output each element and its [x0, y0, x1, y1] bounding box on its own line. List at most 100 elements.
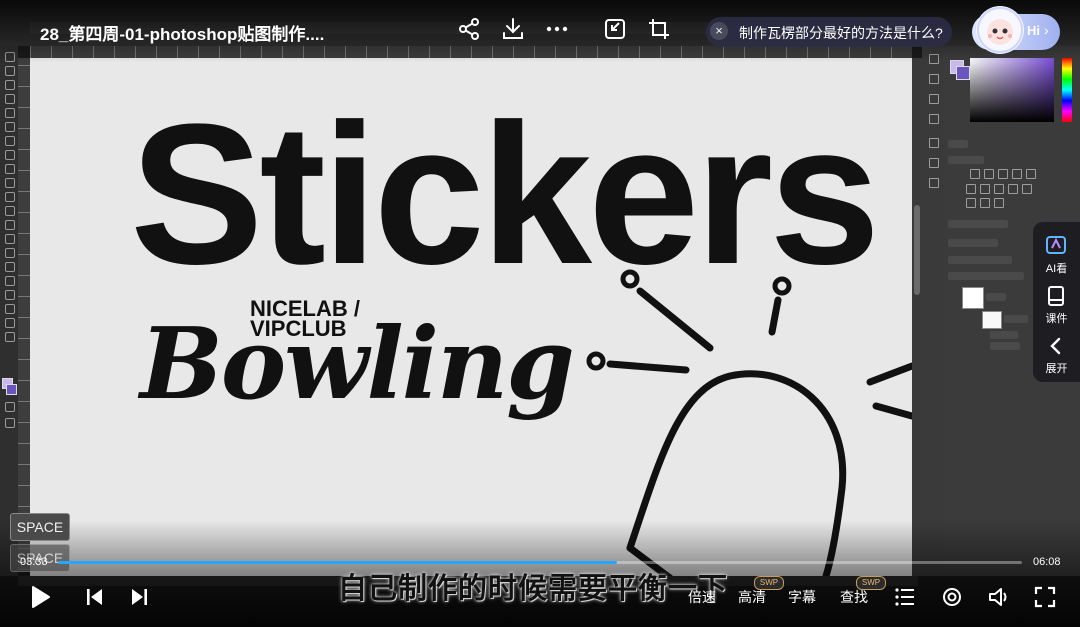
pen-tool-icon — [5, 262, 15, 272]
vertical-ruler — [18, 58, 30, 570]
layer-name — [986, 293, 1006, 301]
levels-adjust-icon — [984, 169, 994, 179]
panel-icon-strip — [922, 46, 944, 576]
danmaku-settings-icon[interactable] — [939, 584, 965, 610]
properties-panel-icon — [929, 158, 939, 168]
speed-button[interactable]: 倍速 — [688, 587, 716, 607]
blur-tool-icon — [5, 234, 15, 244]
spark-line-3 — [606, 360, 690, 374]
panel-background-swatch — [956, 66, 970, 80]
photoshop-toolbar — [0, 46, 18, 576]
crop-tool-icon — [5, 108, 15, 118]
eraser-tool-icon — [5, 206, 15, 216]
layer-filter-select — [948, 239, 998, 247]
gradient-tool-icon — [5, 220, 15, 230]
character-panel-icon — [929, 94, 939, 104]
spark-line-5 — [872, 402, 912, 420]
picture-in-picture-icon[interactable] — [601, 15, 629, 43]
play-action-icon — [929, 74, 939, 84]
channel-mixer-adjust-icon — [1022, 184, 1032, 194]
video-subtitle: 自己制作的时候需要平衡一下 — [338, 573, 729, 605]
canvas-scrollbar — [912, 58, 922, 576]
more-options-icon[interactable] — [543, 15, 571, 43]
shape-tool-icon — [5, 304, 15, 314]
3d-panel-icon — [929, 138, 939, 148]
zoom-tool-icon — [5, 332, 15, 342]
posterize-adjust-icon — [980, 198, 990, 208]
brush-tool-icon — [5, 164, 15, 174]
blend-mode-select — [948, 256, 1012, 264]
headline-text: Stickers — [130, 83, 876, 306]
play-icon[interactable] — [26, 583, 54, 611]
subtitle-button[interactable]: 字幕 — [788, 587, 816, 607]
threshold-adjust-icon — [994, 198, 1004, 208]
ai-look-icon[interactable] — [1044, 234, 1068, 256]
filter-item-2 — [990, 342, 1020, 350]
progress-fill[interactable] — [58, 561, 617, 564]
filter-item-1 — [990, 331, 1018, 339]
layer-thumbnail — [962, 287, 984, 309]
adjustments-title — [948, 156, 984, 164]
frame-tool-icon — [5, 122, 15, 132]
screen-mode-icon — [5, 418, 15, 428]
expand-chevron-icon[interactable] — [1044, 335, 1068, 357]
layers-tabs — [948, 220, 1008, 228]
volume-icon[interactable] — [986, 584, 1012, 610]
side-item-ai-look[interactable]: AI看 — [1033, 260, 1080, 276]
quick-mask-icon — [5, 402, 15, 412]
video-title: 28_第四周-01-photoshop贴图制作.... — [40, 25, 325, 44]
chevron-right-icon[interactable]: › — [1044, 22, 1049, 38]
quality-button[interactable]: 高清 — [738, 587, 766, 607]
path-select-tool-icon — [5, 290, 15, 300]
ai-banner-close-icon[interactable]: × — [710, 22, 728, 40]
photo-filter-adjust-icon — [1008, 184, 1018, 194]
smart-filter-thumbnail — [982, 311, 1002, 329]
fullscreen-icon[interactable] — [1032, 584, 1058, 610]
invert-adjust-icon — [966, 198, 976, 208]
current-time: 03:33 — [20, 556, 48, 568]
color-balance-adjust-icon — [980, 184, 990, 194]
screenshot-crop-icon[interactable] — [645, 15, 673, 43]
playlist-icon[interactable] — [892, 584, 918, 610]
brush-panel-icon — [929, 178, 939, 188]
adjustments-tab — [948, 140, 968, 148]
color-picker-field — [970, 58, 1054, 122]
eyedropper-tool-icon — [5, 136, 15, 146]
hue-adjust-icon — [966, 184, 976, 194]
spark-dot-3 — [586, 351, 606, 371]
black-white-adjust-icon — [994, 184, 1004, 194]
spark-line-4 — [866, 362, 912, 386]
paragraph-panel-icon — [929, 114, 939, 124]
keystroke-badge: SPACE — [10, 513, 70, 541]
exposure-adjust-icon — [1012, 169, 1022, 179]
dodge-tool-icon — [5, 248, 15, 258]
next-icon[interactable] — [126, 584, 152, 610]
quality-swp-badge: SWP — [754, 576, 784, 590]
stamp-tool-icon — [5, 178, 15, 188]
brightness-adjust-icon — [970, 169, 980, 179]
background-color-icon — [6, 384, 17, 395]
duration-time: 06:08 — [1033, 556, 1061, 568]
lasso-tool-icon — [5, 80, 15, 90]
vibrance-adjust-icon — [1026, 169, 1036, 179]
share-icon[interactable] — [455, 15, 483, 43]
script-word: Bowling — [137, 307, 573, 422]
magic-wand-tool-icon — [5, 94, 15, 104]
color-hue-bar — [1062, 58, 1072, 122]
side-item-courseware[interactable]: 课件 — [1033, 310, 1080, 326]
curves-adjust-icon — [998, 169, 1008, 179]
assistant-greeting-text[interactable]: Hi — [1027, 23, 1040, 38]
side-item-expand[interactable]: 展开 — [1033, 360, 1080, 376]
search-button[interactable]: 查找 — [840, 587, 868, 607]
smart-filter-name — [1004, 315, 1028, 323]
type-tool-icon — [5, 276, 15, 286]
search-swp-badge: SWP — [856, 576, 886, 590]
previous-icon[interactable] — [82, 584, 108, 610]
history-brush-tool-icon — [5, 192, 15, 202]
marquee-tool-icon — [5, 66, 15, 76]
courseware-icon[interactable] — [1044, 285, 1068, 307]
download-icon[interactable] — [499, 15, 527, 43]
sticker-artwork: Stickers NICELAB / VIPCLUB Bowling — [130, 83, 912, 576]
ai-question-text[interactable]: 制作瓦楞部分最好的方法是什么? — [739, 23, 943, 43]
canvas-scrollbar-thumb — [914, 205, 920, 295]
